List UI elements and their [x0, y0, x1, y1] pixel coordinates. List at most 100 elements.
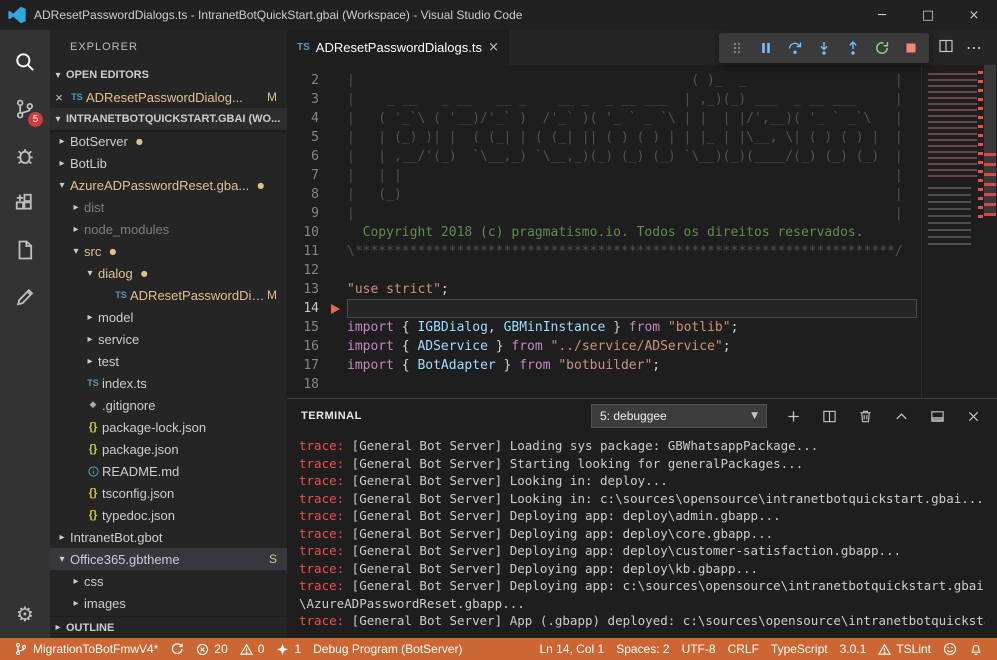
tree-item-readme-md[interactable]: README.md [50, 460, 287, 482]
minimap[interactable] [921, 65, 983, 398]
gutter-slot[interactable] [331, 261, 347, 280]
debug-step-into-button[interactable] [811, 35, 837, 61]
tree-item-typedoc-json[interactable]: {}typedoc.json [50, 504, 287, 526]
split-editor-button[interactable] [938, 38, 954, 57]
gutter-slot[interactable] [331, 223, 347, 242]
terminal-panel-button[interactable] [927, 406, 947, 426]
debug-step-out-button[interactable] [840, 35, 866, 61]
code-line[interactable]: 4| ( '_`\ ( '__)/'_` ) /'_` )( '_ ` _ `\… [287, 109, 997, 128]
code-line[interactable]: 3| _ __ _ __ __ _ __ _ _ __ ___ | ,_)(_)… [287, 90, 997, 109]
gutter-slot[interactable] [331, 280, 347, 299]
activity-debug-button[interactable] [0, 132, 50, 179]
debug-pause-button[interactable] [753, 35, 779, 61]
status-encoding[interactable]: UTF-8 [676, 638, 722, 660]
gutter-slot[interactable] [331, 242, 347, 261]
debug-step-over-button[interactable] [782, 35, 808, 61]
status-tslint[interactable]: TSLint [872, 638, 937, 660]
tree-item-office365-gbtheme[interactable]: ▾Office365.gbthemeS [50, 548, 287, 570]
settings-gear-icon[interactable]: ⚙ [16, 602, 34, 626]
minimize-button[interactable]: ─ [859, 0, 905, 30]
gutter-slot[interactable] [331, 71, 347, 90]
tree-item-adresetpassworddial[interactable]: TSADResetPasswordDial...M [50, 284, 287, 306]
gutter-slot[interactable] [331, 90, 347, 109]
close-editor-icon[interactable]: × [50, 90, 68, 105]
status-warnings[interactable]: 0 [234, 638, 271, 660]
tree-item-intranetbot-gbot[interactable]: ▸IntranetBot.gbot [50, 526, 287, 548]
code-line[interactable]: 10 Copyright 2018 (c) pragmatismo.io. To… [287, 223, 997, 242]
status-feedback[interactable] [937, 638, 963, 660]
tree-item-package-json[interactable]: {}package.json [50, 438, 287, 460]
tree-item-dialog[interactable]: ▾dialog● [50, 262, 287, 284]
gutter-slot[interactable] [331, 356, 347, 375]
tree-item-botserver[interactable]: ▸BotServer● [50, 130, 287, 152]
maximize-button[interactable]: □ [905, 0, 951, 30]
status-debug-program[interactable]: Debug Program (BotServer) [307, 638, 468, 660]
terminal-split-button[interactable] [819, 406, 839, 426]
code-editor[interactable]: 2| ( )_ _ |3| _ __ _ __ __ _ __ _ _ __ _… [287, 65, 997, 398]
gutter-slot[interactable] [331, 299, 347, 318]
open-editor-item[interactable]: ×TSADResetPasswordDialog...M [50, 86, 287, 108]
code-line[interactable]: 16import { ADService } from "../service/… [287, 337, 997, 356]
gutter-slot[interactable] [331, 375, 347, 394]
workspace-header[interactable]: ▾ INTRANETBOTQUICKSTART.GBAI (WO... [50, 108, 287, 130]
editor-content[interactable]: 2| ( )_ _ |3| _ __ _ __ __ _ __ _ _ __ _… [287, 71, 997, 394]
tree-item-css[interactable]: ▸css [50, 570, 287, 592]
code-line[interactable]: 9| | [287, 204, 997, 223]
outline-header[interactable]: ▸ OUTLINE [50, 616, 287, 638]
code-line[interactable]: 15import { IGBDialog, GBMinInstance } fr… [287, 318, 997, 337]
editor-scrollbar[interactable] [983, 65, 997, 398]
tree-item-dist[interactable]: ▸dist [50, 196, 287, 218]
tree-item-botlib[interactable]: ▸BotLib [50, 152, 287, 174]
status-errors[interactable]: 20 [190, 638, 233, 660]
code-line[interactable]: 17import { BotAdapter } from "botbuilder… [287, 356, 997, 375]
gutter-slot[interactable] [331, 204, 347, 223]
tree-item-index-ts[interactable]: TSindex.ts [50, 372, 287, 394]
tree-item-node-modules[interactable]: ▸node_modules [50, 218, 287, 240]
tree-item-test[interactable]: ▸test [50, 350, 287, 372]
tree-item-service[interactable]: ▸service [50, 328, 287, 350]
tree-item-src[interactable]: ▾src● [50, 240, 287, 262]
gutter-slot[interactable] [331, 166, 347, 185]
terminal-shell-select[interactable]: 5: debuggee ▼ [591, 404, 767, 428]
tree-item-model[interactable]: ▸model [50, 306, 287, 328]
code-line[interactable]: 5| | (_) )| | ( (_| | ( (_| || ( ) ( ) |… [287, 128, 997, 147]
gutter-slot[interactable] [331, 337, 347, 356]
code-line[interactable]: 18 [287, 375, 997, 394]
tree-item-azureadpasswordreset-gba[interactable]: ▾AzureADPasswordReset.gba...● [50, 174, 287, 196]
status-notifications[interactable] [963, 638, 989, 660]
terminal-chevron-up-button[interactable] [891, 406, 911, 426]
status-sync[interactable] [164, 638, 190, 660]
activity-extensions-button[interactable] [0, 179, 50, 226]
status-typescript-version[interactable]: 3.0.1 [834, 638, 873, 660]
status-indentation[interactable]: Spaces: 2 [610, 638, 675, 660]
activity-search-button[interactable] [0, 38, 50, 85]
tab-close-icon[interactable]: × [488, 40, 499, 55]
debug-restart-button[interactable] [869, 35, 895, 61]
status-language-mode[interactable]: TypeScript [765, 638, 834, 660]
status-git-branch[interactable]: MigrationToBotFmwV4* [8, 638, 164, 660]
code-line[interactable]: 2| ( )_ _ | [287, 71, 997, 90]
terminal-add-button[interactable] [783, 406, 803, 426]
debug-stop-button[interactable] [898, 35, 924, 61]
tab-adresetpassworddialogs[interactable]: TS ADResetPasswordDialogs.ts × [287, 30, 509, 65]
gutter-slot[interactable] [331, 147, 347, 166]
code-line[interactable]: 13"use strict"; [287, 280, 997, 299]
code-line[interactable]: 11\*************************************… [287, 242, 997, 261]
code-line[interactable]: 7| | | | [287, 166, 997, 185]
code-line[interactable]: 12 [287, 261, 997, 280]
status-eol[interactable]: CRLF [722, 638, 765, 660]
gutter-slot[interactable] [331, 109, 347, 128]
status-extra-count[interactable]: 1 [270, 638, 307, 660]
activity-edit-button[interactable] [0, 273, 50, 320]
terminal-close-button[interactable] [963, 406, 983, 426]
tree-item-gitignore[interactable]: ◆.gitignore [50, 394, 287, 416]
status-cursor-position[interactable]: Ln 14, Col 1 [533, 638, 610, 660]
code-line[interactable]: 14 [287, 299, 997, 318]
terminal-tab[interactable]: TERMINAL [301, 410, 362, 422]
close-button[interactable]: × [951, 0, 997, 30]
terminal-trash-button[interactable] [855, 406, 875, 426]
tree-item-tsconfig-json[interactable]: {}tsconfig.json [50, 482, 287, 504]
gutter-slot[interactable] [331, 185, 347, 204]
gutter-slot[interactable] [331, 128, 347, 147]
code-line[interactable]: 6| | ,__/'(_) `\__,_) `\__,_)(_) (_) (_)… [287, 147, 997, 166]
